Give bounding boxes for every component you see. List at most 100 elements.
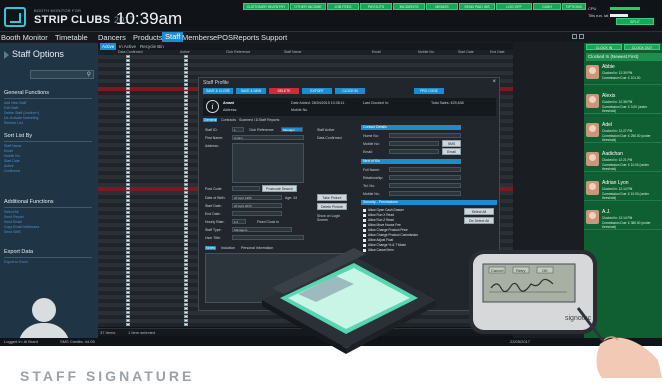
data-confirmed-checkbox[interactable]: Data Confirmed [317, 136, 342, 140]
staff-id-field[interactable]: 1 [232, 127, 244, 132]
row-checkbox[interactable] [184, 199, 188, 202]
clock-in-button[interactable]: CLOCK IN [335, 88, 365, 94]
row-checkbox[interactable] [184, 251, 188, 254]
memos-button[interactable]: MEMOS [426, 3, 458, 10]
row-checkbox[interactable] [184, 187, 188, 190]
row-checkbox[interactable] [184, 191, 188, 194]
show-on-login-checkbox[interactable]: Show on Login Screen [317, 214, 347, 222]
row-checkbox[interactable] [184, 223, 188, 226]
row-checkbox[interactable] [184, 179, 188, 182]
row-checkbox[interactable] [184, 243, 188, 246]
row-checkbox[interactable] [126, 95, 130, 98]
permission-checkbox[interactable]: Allow Run X Read [363, 213, 394, 217]
row-checkbox[interactable] [184, 151, 188, 154]
col-club-reference[interactable]: Club Reference [226, 50, 250, 54]
row-checkbox[interactable] [126, 283, 130, 286]
row-checkbox[interactable] [126, 235, 130, 238]
row-checkbox[interactable] [126, 143, 130, 146]
club-ref-field[interactable]: Manager [281, 127, 303, 132]
take-picture-button[interactable]: Take Picture [317, 194, 347, 201]
row-checkbox[interactable] [126, 123, 130, 126]
save-close-button[interactable]: SAVE & CLOSE [203, 88, 233, 94]
row-checkbox[interactable] [126, 267, 130, 270]
col-mobile[interactable]: Mobile No. [418, 50, 435, 54]
row-checkbox[interactable] [126, 319, 130, 322]
send-paid-ins-button[interactable]: SEND PAID INS [459, 3, 495, 10]
permission-checkbox[interactable]: Allow Open Cash Drawer [363, 208, 404, 212]
row-checkbox[interactable] [126, 59, 130, 62]
clocked-in-card[interactable]: Adel Clocked in: 12:27 PM Commission Due: … [584, 121, 662, 143]
row-checkbox[interactable] [184, 279, 188, 282]
row-checkbox[interactable] [126, 67, 130, 70]
row-checkbox[interactable] [184, 259, 188, 262]
row-checkbox[interactable] [126, 203, 130, 206]
row-checkbox[interactable] [126, 147, 130, 150]
row-checkbox[interactable] [184, 123, 188, 126]
row-checkbox[interactable] [184, 283, 188, 286]
save-new-button[interactable]: SAVE & NEW [236, 88, 266, 94]
row-checkbox[interactable] [184, 103, 188, 106]
first-name-field[interactable]: Amani [232, 135, 304, 140]
row-checkbox[interactable] [184, 203, 188, 206]
row-checkbox[interactable] [126, 187, 130, 190]
row-checkbox[interactable] [126, 111, 130, 114]
row-checkbox[interactable] [126, 219, 130, 222]
nok-mobile-field[interactable] [389, 191, 461, 196]
row-checkbox[interactable] [126, 263, 130, 266]
staff-type-select[interactable]: Managers [232, 227, 292, 232]
row-checkbox[interactable] [126, 207, 130, 210]
row-checkbox[interactable] [184, 227, 188, 230]
deselect-all-button[interactable]: De-Select All [464, 217, 494, 224]
clocked-in-card[interactable]: Alexis Clocked in: 12:38 PM Commission Due… [584, 92, 662, 114]
row-checkbox[interactable] [126, 195, 130, 198]
cash-button[interactable]: CASH [533, 3, 561, 10]
incidents-button[interactable]: INCIDENTS [393, 3, 425, 10]
home-no-field[interactable] [389, 133, 461, 138]
row-checkbox[interactable] [184, 83, 188, 86]
row-checkbox[interactable] [184, 167, 188, 170]
tab-induction[interactable]: Induction [221, 246, 235, 250]
menu-staff[interactable]: Staff [162, 32, 184, 42]
col-email[interactable]: Email [372, 50, 381, 54]
menu-timetable[interactable]: Timetable [55, 33, 88, 42]
row-checkbox[interactable] [184, 127, 188, 130]
row-checkbox[interactable] [184, 287, 188, 290]
dob-field[interactable]: 20 April 1985 [232, 195, 282, 200]
postcode-search-button[interactable]: Postcode Search [262, 185, 297, 192]
send-report-link[interactable]: Send Report [4, 215, 24, 219]
log-off-button[interactable]: LOG OFF [496, 3, 532, 10]
row-checkbox[interactable] [126, 315, 130, 318]
row-checkbox[interactable] [126, 91, 130, 94]
tab-scanned-id[interactable]: Scanned I.D. [239, 118, 259, 122]
tab-active[interactable]: Active [100, 43, 117, 50]
row-checkbox[interactable] [184, 131, 188, 134]
row-checkbox[interactable] [184, 255, 188, 258]
tab-general[interactable]: General [203, 118, 218, 122]
row-checkbox[interactable] [184, 291, 188, 294]
tab-staff-reports[interactable]: Staff Reports [259, 118, 279, 122]
row-checkbox[interactable] [126, 87, 130, 90]
export-button[interactable]: EXPORT [302, 88, 332, 94]
row-checkbox[interactable] [184, 155, 188, 158]
row-checkbox[interactable] [126, 151, 130, 154]
row-checkbox[interactable] [184, 95, 188, 98]
delete-picture-button[interactable]: Delete Picture [317, 203, 347, 210]
row-checkbox[interactable] [126, 131, 130, 134]
row-checkbox[interactable] [184, 91, 188, 94]
select-all-button[interactable]: Select All [464, 208, 494, 215]
row-checkbox[interactable] [184, 119, 188, 122]
sms-button[interactable]: SMS [442, 140, 461, 147]
row-checkbox[interactable] [126, 279, 130, 282]
fixed-clock-in-checkbox[interactable]: Fixed Clock In [257, 220, 279, 224]
split-button[interactable]: SPLIT [616, 18, 654, 25]
row-checkbox[interactable] [126, 255, 130, 258]
row-checkbox[interactable] [184, 295, 188, 298]
row-checkbox[interactable] [184, 303, 188, 306]
row-checkbox[interactable] [184, 299, 188, 302]
row-checkbox[interactable] [126, 243, 130, 246]
add-new-staff-link[interactable]: Add New Staff [4, 101, 26, 105]
row-checkbox[interactable] [184, 139, 188, 142]
menu-products[interactable]: Products [133, 33, 163, 42]
clock-out-tab[interactable]: CLOCK OUT [624, 44, 660, 50]
row-checkbox[interactable] [184, 207, 188, 210]
